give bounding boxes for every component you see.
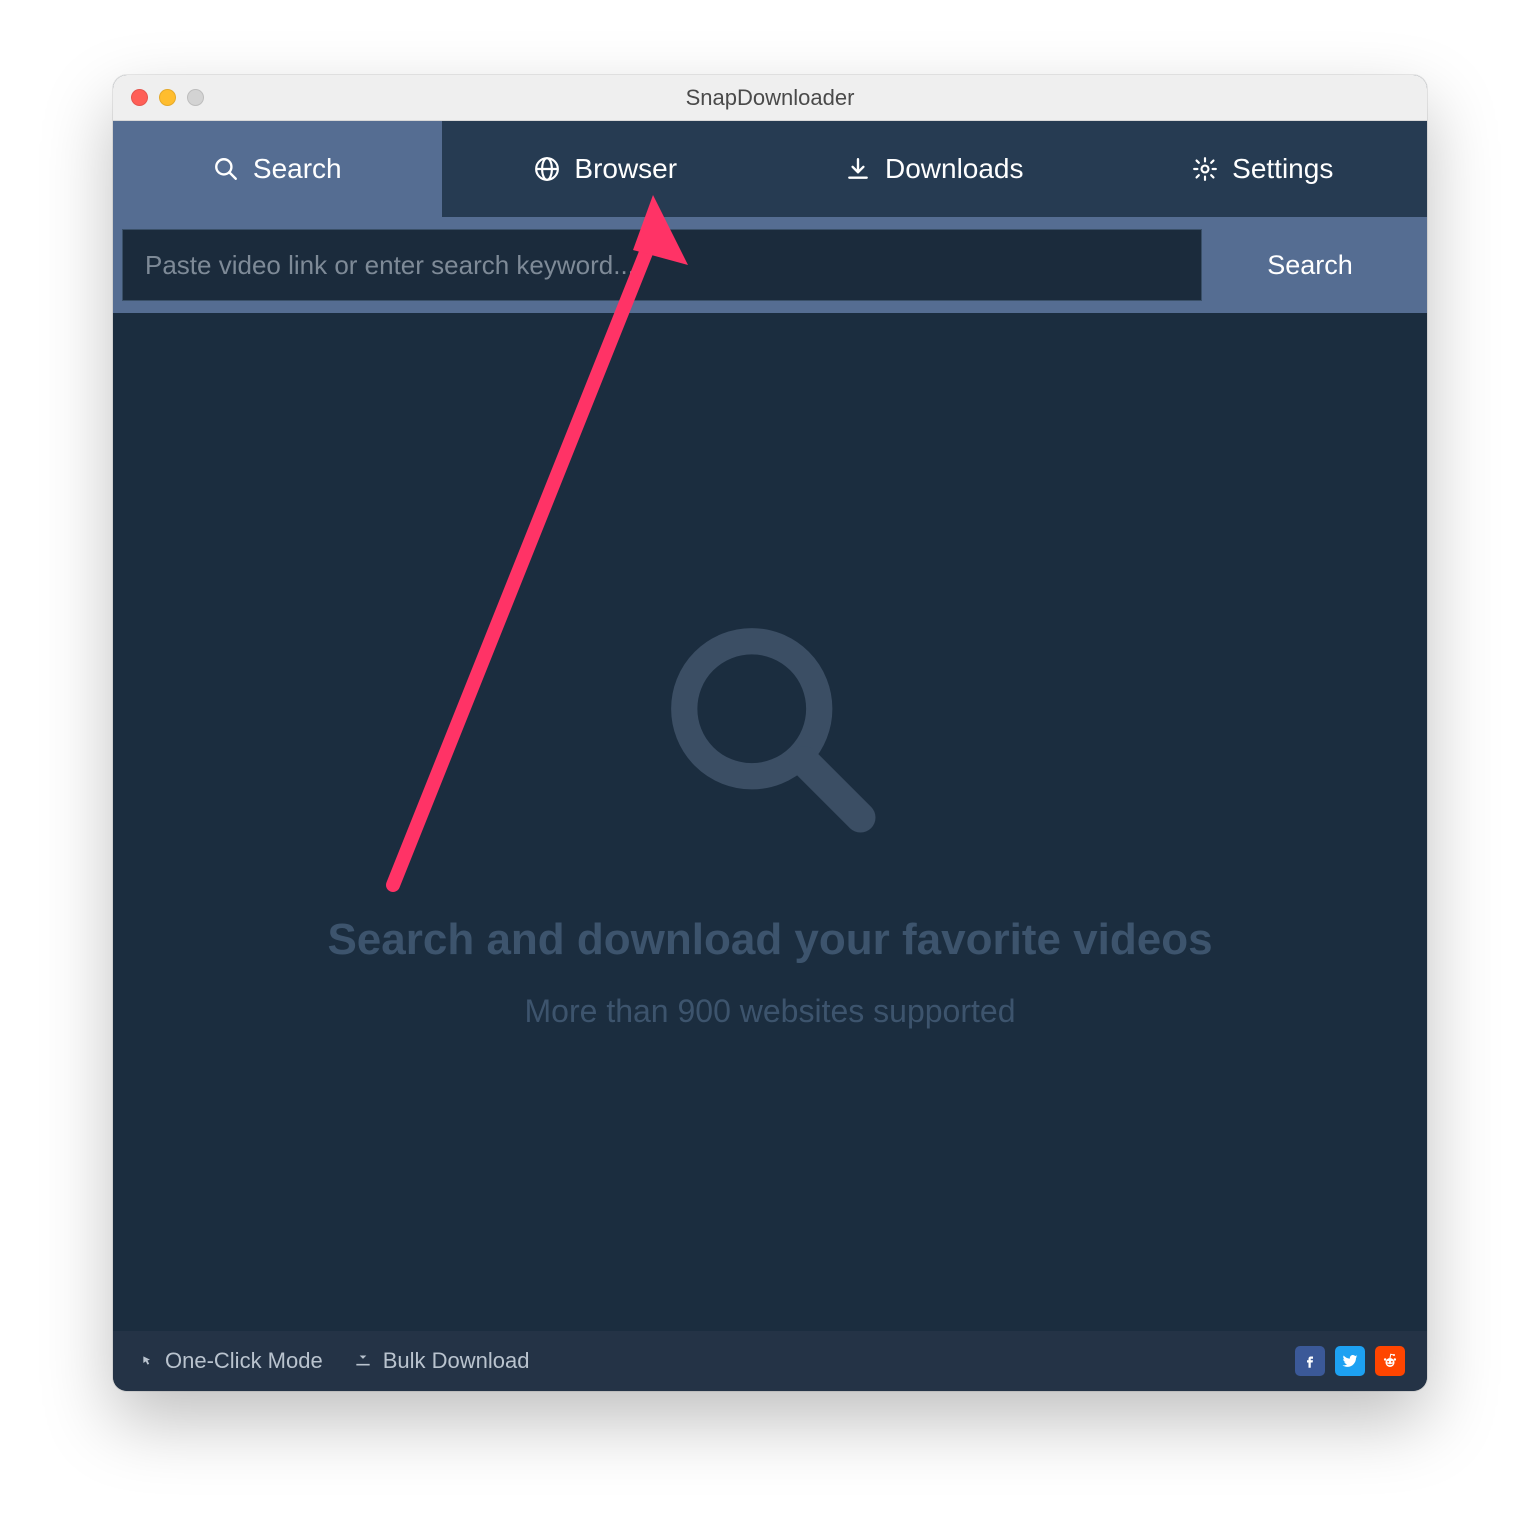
- gear-icon: [1192, 156, 1218, 182]
- reddit-link[interactable]: [1375, 1346, 1405, 1376]
- close-window-button[interactable]: [131, 89, 148, 106]
- search-input[interactable]: [122, 229, 1202, 301]
- tab-search[interactable]: Search: [113, 121, 442, 217]
- twitter-link[interactable]: [1335, 1346, 1365, 1376]
- tab-downloads-label: Downloads: [885, 153, 1024, 185]
- minimize-window-button[interactable]: [159, 89, 176, 106]
- footer-bar: One-Click Mode Bulk Download: [113, 1331, 1427, 1391]
- one-click-mode-button[interactable]: One-Click Mode: [135, 1348, 323, 1374]
- search-icon: [213, 156, 239, 182]
- tab-settings[interactable]: Settings: [1099, 121, 1428, 217]
- tab-settings-label: Settings: [1232, 153, 1333, 185]
- empty-state: Search and download your favorite videos…: [113, 313, 1427, 1331]
- tab-browser-label: Browser: [574, 153, 677, 185]
- empty-state-search-icon: [658, 615, 883, 845]
- bulk-download-icon: [353, 1348, 373, 1374]
- empty-state-headline: Search and download your favorite videos: [327, 915, 1212, 965]
- tab-browser[interactable]: Browser: [442, 121, 771, 217]
- search-bar-row: Search: [113, 217, 1427, 313]
- main-tabs: Search Browser Downloads Settings: [113, 121, 1427, 217]
- bulk-download-button[interactable]: Bulk Download: [353, 1348, 530, 1374]
- one-click-mode-label: One-Click Mode: [165, 1348, 323, 1374]
- download-icon: [845, 156, 871, 182]
- globe-icon: [534, 156, 560, 182]
- maximize-window-button[interactable]: [187, 89, 204, 106]
- click-icon: [135, 1348, 155, 1374]
- social-links: [1295, 1346, 1405, 1376]
- window-controls: [131, 89, 204, 106]
- tab-search-label: Search: [253, 153, 342, 185]
- search-button[interactable]: Search: [1202, 229, 1418, 301]
- empty-state-subline: More than 900 websites supported: [525, 993, 1016, 1030]
- titlebar: SnapDownloader: [113, 75, 1427, 121]
- window-title: SnapDownloader: [113, 85, 1427, 111]
- bulk-download-label: Bulk Download: [383, 1348, 530, 1374]
- app-window: SnapDownloader Search Browser Downloads: [113, 75, 1427, 1391]
- facebook-link[interactable]: [1295, 1346, 1325, 1376]
- tab-downloads[interactable]: Downloads: [770, 121, 1099, 217]
